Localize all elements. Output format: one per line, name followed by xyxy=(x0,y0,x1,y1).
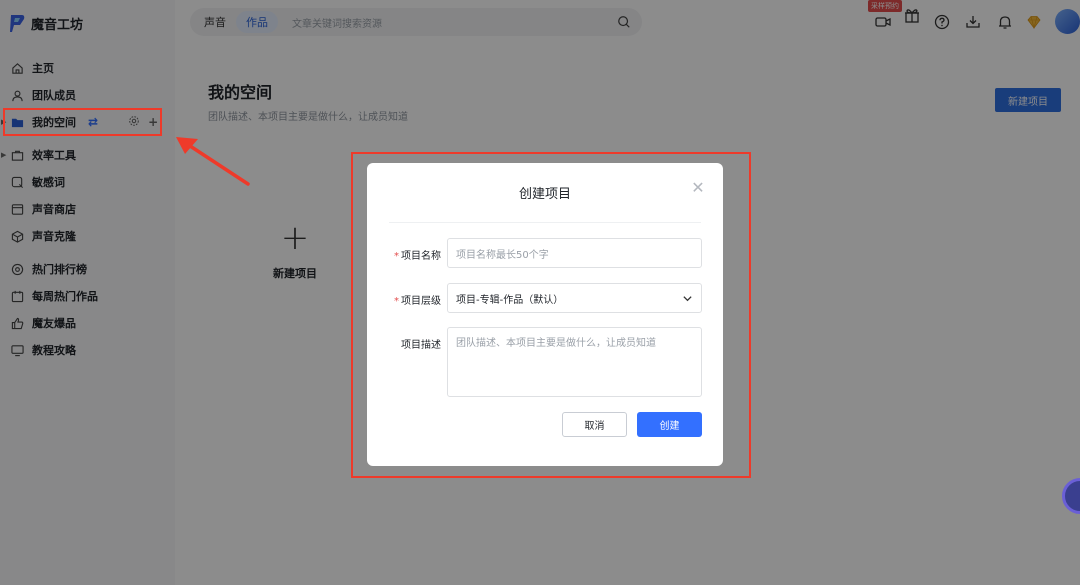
annotation-arrow-icon xyxy=(170,128,255,193)
annotation-box-dialog xyxy=(351,152,751,478)
annotation-box-my-space xyxy=(3,108,162,136)
